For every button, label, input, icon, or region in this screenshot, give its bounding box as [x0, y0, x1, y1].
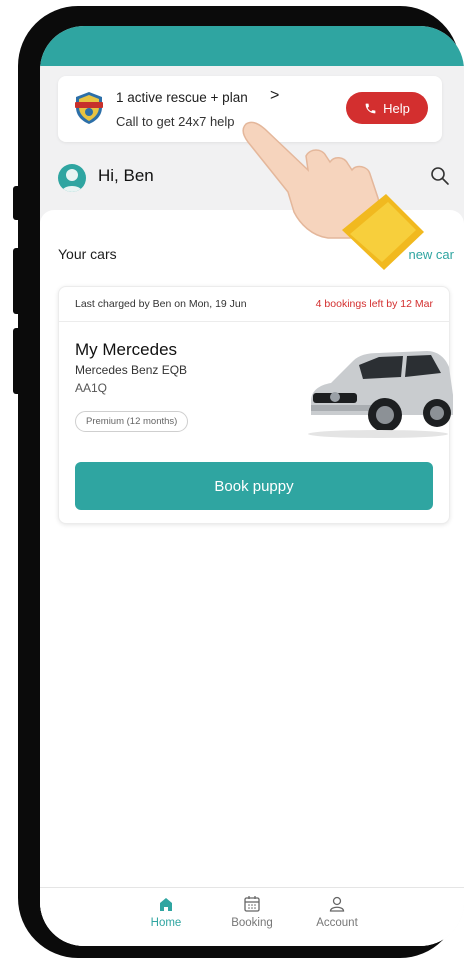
nav-home-label: Home	[150, 917, 182, 929]
car-card: Last charged by Ben on Mon, 19 Jun 4 boo…	[58, 286, 453, 524]
nav-booking-label: Booking	[231, 917, 273, 929]
chevron-right-icon: >	[270, 87, 280, 104]
plan-badge: Premium (12 months)	[75, 411, 189, 432]
car-image	[308, 351, 453, 438]
bottom-nav: Home Booking Account	[40, 887, 464, 946]
nav-account-label: Account	[316, 917, 358, 929]
book-button[interactable]: Book puppy	[75, 462, 433, 510]
car-name: My Mercedes	[75, 340, 178, 359]
rescue-plan-title: 1 active rescue + plan	[116, 90, 248, 105]
nav-booking[interactable]: Booking	[217, 894, 287, 929]
last-charged-text: Last charged by Ben on Mon, 19 Jun	[75, 298, 247, 310]
car-card-header: Last charged by Ben on Mon, 19 Jun 4 boo…	[59, 287, 449, 322]
user-icon	[329, 896, 345, 912]
nav-home[interactable]: Home	[131, 894, 201, 929]
pointing-hand-icon	[242, 121, 424, 270]
avatar[interactable]	[58, 164, 86, 192]
rescue-plan-subtitle: Call to get 24x7 help	[116, 114, 235, 129]
bookings-left-text: 4 bookings left by 12 Mar	[315, 298, 433, 310]
car-plate: AA1Q	[75, 381, 108, 395]
home-icon	[160, 898, 172, 911]
status-bar	[40, 26, 464, 66]
main-content: Your cars new car Last charged by Ben on…	[40, 210, 464, 946]
user-avatar-icon	[62, 169, 82, 192]
car-model: Mercedes Benz EQB	[75, 363, 188, 377]
nav-account[interactable]: Account	[302, 894, 372, 929]
your-cars-title: Your cars	[58, 246, 117, 262]
greeting-text: Hi, Ben	[98, 166, 154, 185]
calendar-icon	[244, 896, 260, 912]
shield-badge-icon	[75, 92, 103, 124]
